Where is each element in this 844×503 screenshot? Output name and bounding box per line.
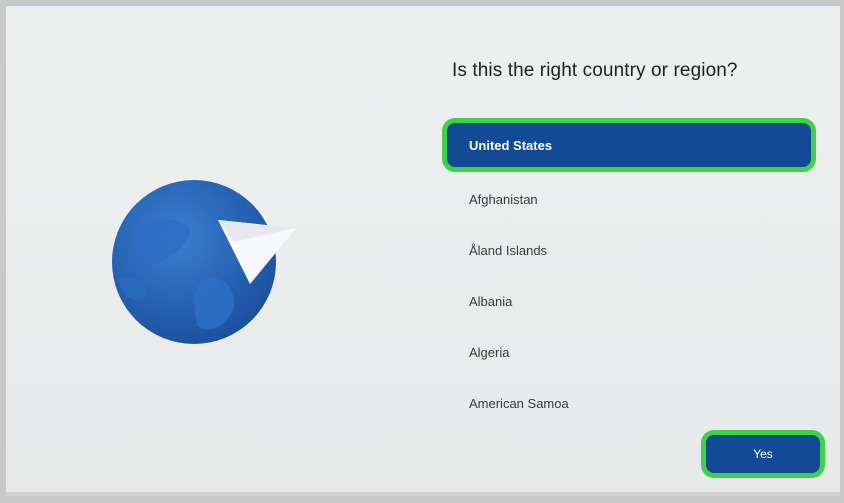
bottom-edge	[6, 492, 840, 496]
list-item-label: Algeria	[469, 345, 510, 360]
list-item-label: Afghanistan	[469, 192, 538, 207]
page-question: Is this the right country or region?	[452, 60, 738, 81]
globe-paper-plane-icon	[110, 176, 300, 356]
yes-button[interactable]: Yes	[706, 435, 820, 473]
list-item-label: American Samoa	[469, 396, 569, 411]
list-item-afghanistan[interactable]: Afghanistan	[447, 174, 811, 225]
country-list[interactable]: United States Afghanistan Åland Islands …	[447, 123, 811, 429]
list-item-label: United States	[469, 137, 553, 153]
list-item-aland-islands[interactable]: Åland Islands	[447, 225, 811, 276]
top-edge	[6, 4, 840, 6]
list-item-albania[interactable]: Albania	[447, 276, 811, 327]
list-item-american-samoa[interactable]: American Samoa	[447, 378, 811, 429]
list-item-label: Åland Islands	[469, 243, 548, 258]
oobe-region-screen: Is this the right country or region? Uni…	[6, 4, 840, 496]
list-item-united-states[interactable]: United States	[447, 123, 811, 167]
list-item-algeria[interactable]: Algeria	[447, 327, 811, 378]
list-item-label: Albania	[469, 294, 513, 309]
